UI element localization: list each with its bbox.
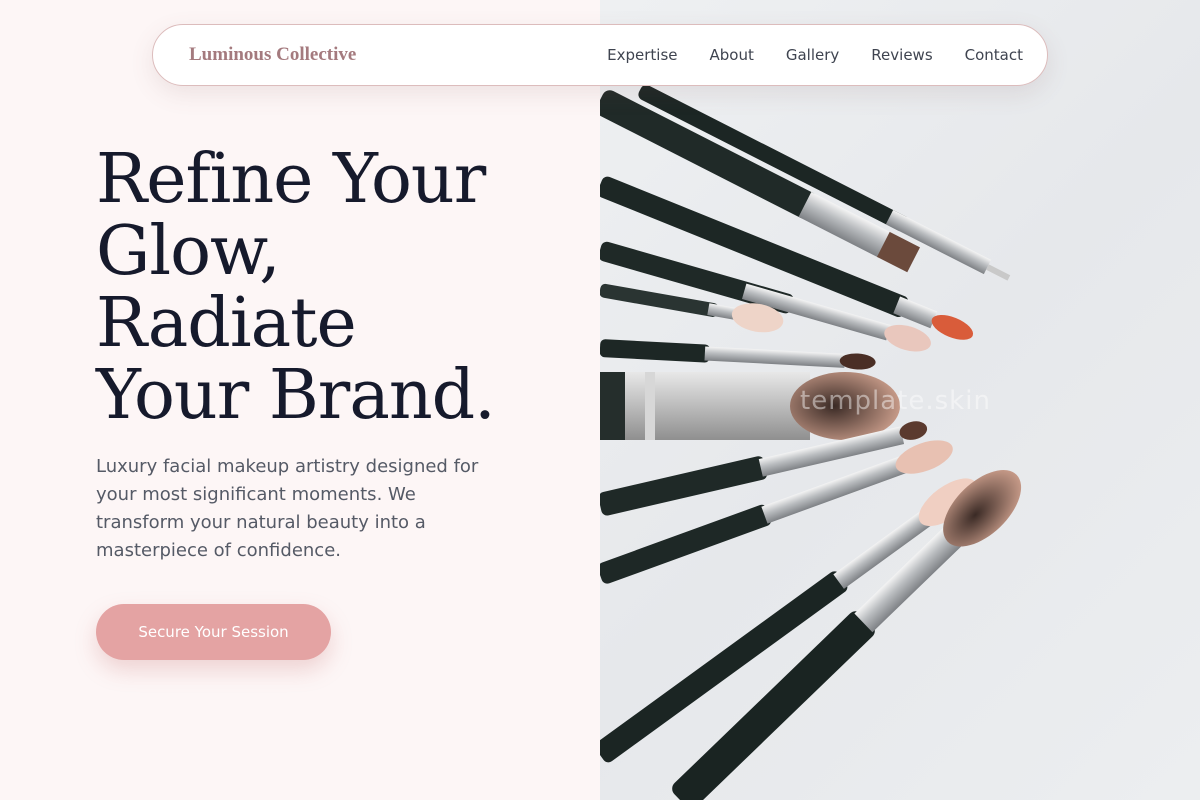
secure-session-button[interactable]: Secure Your Session	[96, 604, 331, 660]
hero-title: Refine Your Glow, Radiate Your Brand.	[96, 144, 576, 432]
hero-title-line: Your Brand.	[96, 356, 496, 435]
hero-subtitle: Luxury facial makeup artistry designed f…	[96, 456, 479, 561]
top-navbar: Luminous Collective Expertise About Gall…	[152, 24, 1048, 86]
hero-title-line: Glow,	[96, 212, 281, 291]
nav-link-expertise[interactable]: Expertise	[607, 46, 677, 64]
nav-link-reviews[interactable]: Reviews	[871, 46, 932, 64]
watermark-text: template.skin	[800, 386, 991, 416]
hero-title-line: Radiate	[96, 284, 357, 363]
nav-link-contact[interactable]: Contact	[965, 46, 1023, 64]
nav-link-gallery[interactable]: Gallery	[786, 46, 839, 64]
brand-logo[interactable]: Luminous Collective	[189, 44, 356, 66]
hero-title-line: Refine Your	[96, 140, 486, 219]
nav-link-about[interactable]: About	[710, 46, 754, 64]
hero-image-panel: template.skin	[600, 0, 1200, 800]
nav-links: Expertise About Gallery Reviews Contact	[607, 46, 1023, 64]
